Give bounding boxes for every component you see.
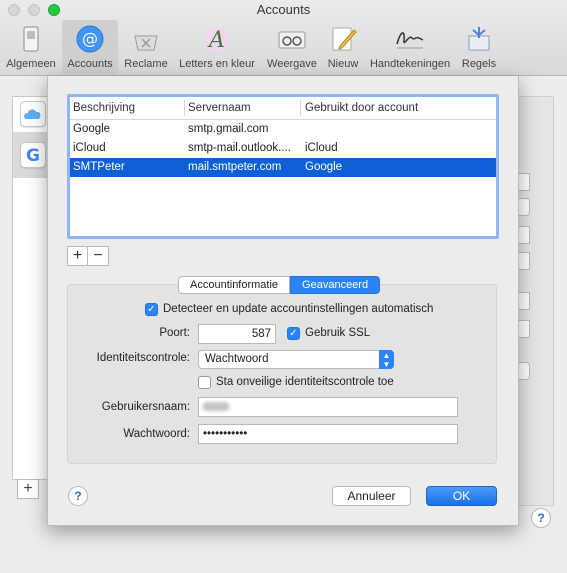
- cloud-icon: [24, 109, 41, 119]
- table-row[interactable]: iCloud smtp-mail.outlook.... iCloud: [70, 139, 496, 158]
- window-title: Accounts: [256, 2, 311, 17]
- svg-text:A: A: [207, 28, 225, 53]
- column-header-beschrijving[interactable]: Beschrijving: [73, 102, 135, 114]
- pencil-icon: [332, 27, 357, 51]
- signature-icon: [396, 32, 424, 49]
- auth-method-select[interactable]: Wachtwoord ▲ ▼: [198, 350, 394, 369]
- tab-bar: Accountinformatie Geavanceerd: [178, 276, 381, 294]
- cell-used-by: iCloud: [305, 142, 338, 154]
- toolbar-item-regels[interactable]: Regels: [458, 20, 500, 74]
- glasses-icon: [278, 31, 306, 49]
- google-g-icon: G: [26, 146, 40, 166]
- cell-description: iCloud: [73, 142, 106, 154]
- rules-icon: [468, 27, 490, 51]
- cell-description: SMTPeter: [73, 161, 125, 173]
- cell-used-by: Google: [305, 161, 343, 173]
- insecure-auth-label: Sta onveilige identiteitscontrole toe: [216, 376, 394, 388]
- tab-geavanceerd[interactable]: Geavanceerd: [290, 276, 381, 294]
- at-icon: @: [76, 25, 104, 53]
- insecure-auth-checkbox[interactable]: [198, 376, 211, 389]
- toolbar-item-letters-en-kleur[interactable]: A Letters en kleur: [174, 20, 260, 74]
- background-help-button[interactable]: ?: [531, 508, 551, 528]
- toolbar-item-algemeen[interactable]: Algemeen: [2, 20, 60, 74]
- remove-server-button[interactable]: −: [88, 247, 108, 265]
- table-row[interactable]: Google smtp.gmail.com: [70, 120, 496, 139]
- table-header: Beschrijving Servernaam Gebruikt door ac…: [70, 97, 496, 120]
- cell-server: mail.smtpeter.com: [188, 161, 282, 173]
- toolbar-item-handtekeningen[interactable]: Handtekeningen: [365, 20, 455, 74]
- add-server-button[interactable]: +: [68, 247, 88, 265]
- toolbar-item-reclame[interactable]: Reclame: [120, 20, 172, 74]
- table-row-selected[interactable]: SMTPeter mail.smtpeter.com Google: [70, 158, 496, 177]
- column-header-gebruikt-door[interactable]: Gebruikt door account: [305, 102, 418, 114]
- column-divider: [300, 100, 301, 116]
- help-button[interactable]: ?: [68, 486, 88, 506]
- port-field[interactable]: 587: [198, 324, 276, 344]
- password-field[interactable]: •••••••••••: [198, 424, 458, 444]
- font-color-icon: A: [205, 27, 229, 53]
- junk-tray-icon: [134, 35, 158, 51]
- ok-button[interactable]: OK: [426, 486, 497, 506]
- svg-text:@: @: [82, 29, 98, 48]
- toolbar-item-weergave[interactable]: Weergave: [263, 20, 321, 74]
- column-divider: [184, 100, 185, 116]
- add-remove-control: + −: [67, 246, 109, 266]
- tab-accountinformatie[interactable]: Accountinformatie: [178, 276, 291, 294]
- username-field[interactable]: [198, 397, 458, 417]
- password-label: Wachtwoord:: [123, 428, 190, 440]
- chevron-updown-icon: ▲ ▼: [379, 350, 394, 369]
- cell-description: Google: [73, 123, 111, 135]
- smtp-server-sheet: Beschrijving Servernaam Gebruikt door ac…: [47, 76, 519, 526]
- toolbar-item-accounts[interactable]: @ Accounts: [62, 20, 118, 74]
- cancel-button[interactable]: Annuleer: [332, 486, 411, 506]
- svg-text:G: G: [26, 146, 40, 166]
- auth-method-value: Wachtwoord: [205, 353, 269, 365]
- auto-detect-checkbox[interactable]: ✓: [145, 303, 158, 316]
- ssl-checkbox[interactable]: ✓: [287, 327, 300, 340]
- toolbar-item-nieuw[interactable]: Nieuw: [323, 20, 363, 74]
- auth-label: Identiteitscontrole:: [96, 352, 190, 364]
- redacted-username: [203, 402, 229, 412]
- column-header-servernaam[interactable]: Servernaam: [188, 102, 251, 114]
- username-label: Gebruikersnaam:: [101, 401, 190, 413]
- smtp-server-table: Beschrijving Servernaam Gebruikt door ac…: [67, 94, 499, 239]
- auto-detect-label: Detecteer en update accountinstellingen …: [163, 303, 434, 315]
- icloud-account-icon[interactable]: [20, 101, 46, 127]
- cell-server: smtp.gmail.com: [188, 123, 269, 135]
- ssl-label: Gebruik SSL: [305, 327, 371, 339]
- cell-server: smtp-mail.outlook....: [188, 142, 291, 154]
- background-add-account-button[interactable]: +: [17, 479, 39, 499]
- switch-icon: [23, 26, 39, 52]
- port-label: Poort:: [159, 327, 190, 339]
- google-account-icon[interactable]: G: [20, 142, 46, 168]
- window-toolbar: Accounts Algemeen @ Accounts Reclame A L…: [0, 0, 567, 76]
- advanced-settings-panel: ✓ Detecteer en update accountinstellinge…: [67, 284, 497, 464]
